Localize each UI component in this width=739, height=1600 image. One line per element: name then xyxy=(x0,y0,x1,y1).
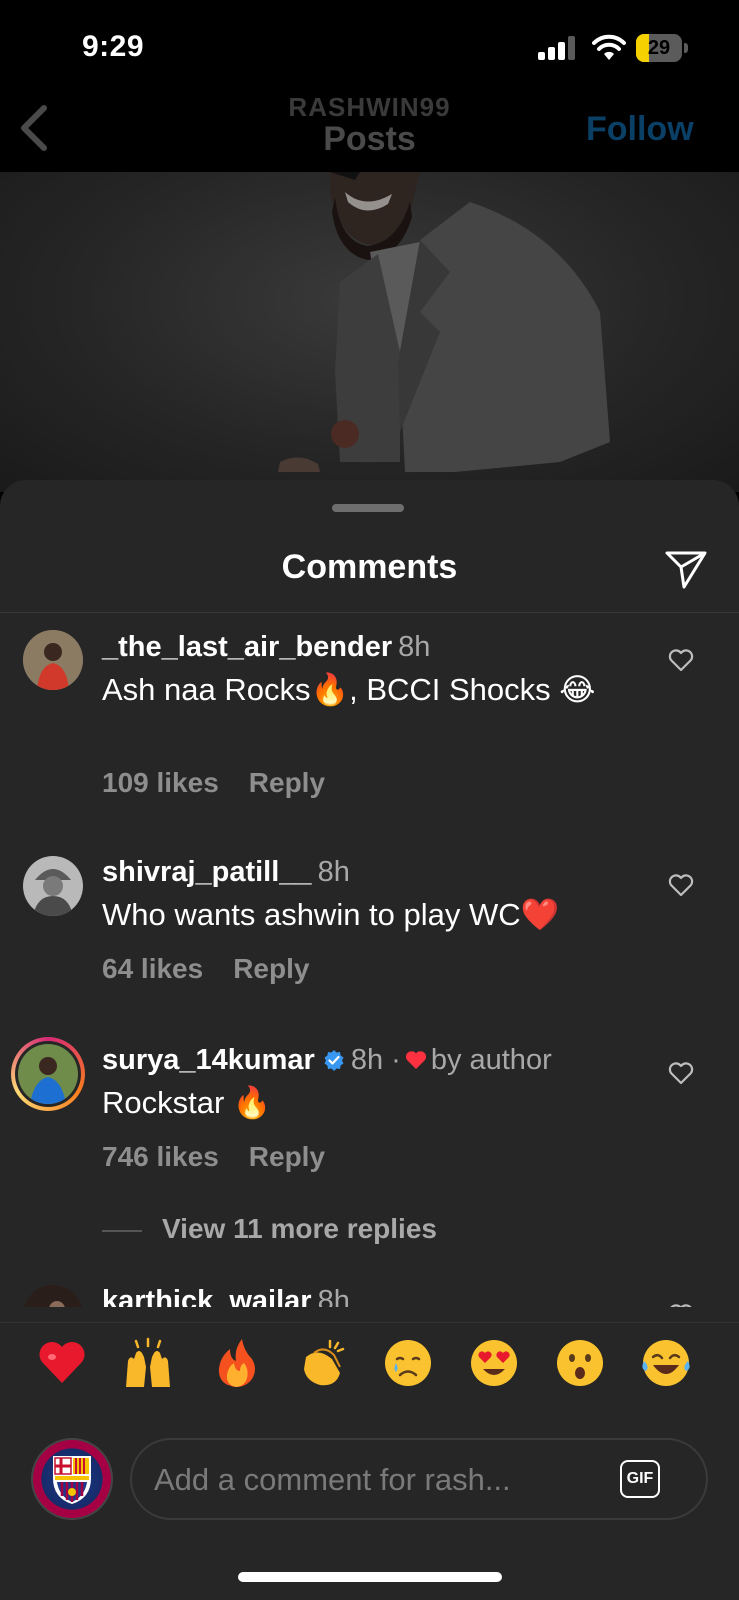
crying-face-emoji-icon[interactable] xyxy=(382,1337,434,1389)
post-image xyxy=(0,172,739,492)
avatar[interactable] xyxy=(23,1285,83,1307)
comment-likes[interactable]: 109 likes xyxy=(102,767,219,798)
status-bar: 9:29 29 xyxy=(0,0,739,96)
like-heart-icon[interactable] xyxy=(668,1061,694,1085)
raising-hands-emoji-icon[interactable] xyxy=(122,1337,174,1389)
view-more-replies-button[interactable]: View 11 more replies xyxy=(102,1213,437,1245)
reply-button[interactable]: Reply xyxy=(249,767,325,798)
avatar[interactable] xyxy=(23,630,83,690)
surprised-face-emoji-icon[interactable] xyxy=(554,1337,606,1389)
battery-level: 29 xyxy=(647,37,671,59)
follow-button[interactable]: Follow xyxy=(586,110,694,149)
gif-button[interactable]: GIF xyxy=(620,1460,660,1498)
red-heart-emoji-icon[interactable] xyxy=(36,1337,88,1389)
emoji-quick-bar xyxy=(0,1322,739,1402)
battery-icon: 29 xyxy=(636,34,688,62)
cellular-signal-icon xyxy=(538,36,578,60)
my-avatar[interactable] xyxy=(31,1438,113,1520)
bottom-safe-area xyxy=(0,1522,739,1600)
comment-time: 8h xyxy=(317,1285,350,1307)
replies-line xyxy=(102,1229,142,1232)
view-more-replies-label: View 11 more replies xyxy=(162,1213,437,1244)
comment-likes[interactable]: 64 likes xyxy=(102,953,203,984)
liked-by-author-heart-icon xyxy=(405,1051,426,1069)
comment-input-wrapper: GIF xyxy=(130,1438,708,1520)
comment-username[interactable]: shivraj_patill__ xyxy=(102,856,312,888)
like-heart-icon[interactable] xyxy=(668,873,694,897)
comment-time: 8h · xyxy=(350,1044,401,1076)
comment-time: 8h xyxy=(317,856,350,888)
avatar[interactable] xyxy=(23,856,83,916)
comment-username[interactable]: _the_last_air_bender xyxy=(102,631,392,663)
comment-username[interactable]: surya_14kumar xyxy=(102,1044,315,1076)
status-time: 9:29 xyxy=(82,30,145,63)
sheet-drag-handle[interactable] xyxy=(332,504,404,512)
comment-text: Ash naa Rocks🔥, BCCI Shocks 😂 xyxy=(102,672,596,707)
wifi-icon xyxy=(592,34,626,60)
comment-composer: GIF xyxy=(0,1402,739,1522)
fire-emoji-icon[interactable] xyxy=(210,1337,262,1389)
comment-likes[interactable]: 746 likes xyxy=(102,1141,219,1172)
share-send-icon[interactable] xyxy=(664,550,708,590)
tears-of-joy-emoji-icon[interactable] xyxy=(640,1337,692,1389)
clapping-hands-emoji-icon[interactable] xyxy=(296,1337,348,1389)
liked-by-author-label: by author xyxy=(430,1044,552,1076)
like-heart-icon[interactable] xyxy=(668,1303,694,1307)
avatar[interactable] xyxy=(18,1044,78,1104)
posts-header: RASHWIN99 Posts Follow xyxy=(0,88,739,172)
verified-badge-icon xyxy=(324,1050,344,1071)
reply-button[interactable]: Reply xyxy=(249,1141,325,1172)
comments-list[interactable]: _the_last_air_bender 8h Ash naa Rocks🔥, B… xyxy=(0,613,739,1307)
comment-username[interactable]: karthick_wailar xyxy=(102,1285,312,1307)
post-photo-illustration xyxy=(278,172,610,472)
story-ring-avatar[interactable] xyxy=(11,1037,85,1111)
comment-text: Rockstar 🔥 xyxy=(102,1085,272,1120)
comment-input[interactable] xyxy=(154,1456,594,1504)
reply-button[interactable]: Reply xyxy=(233,953,309,984)
comments-title: Comments xyxy=(281,548,458,586)
like-heart-icon[interactable] xyxy=(668,648,694,672)
heart-eyes-emoji-icon[interactable] xyxy=(468,1337,520,1389)
comment-text: Who wants ashwin to play WC❤️ xyxy=(102,897,560,932)
home-indicator[interactable] xyxy=(238,1572,502,1582)
fcb-crest-icon xyxy=(53,1456,91,1504)
comment-time: 8h xyxy=(398,631,431,663)
